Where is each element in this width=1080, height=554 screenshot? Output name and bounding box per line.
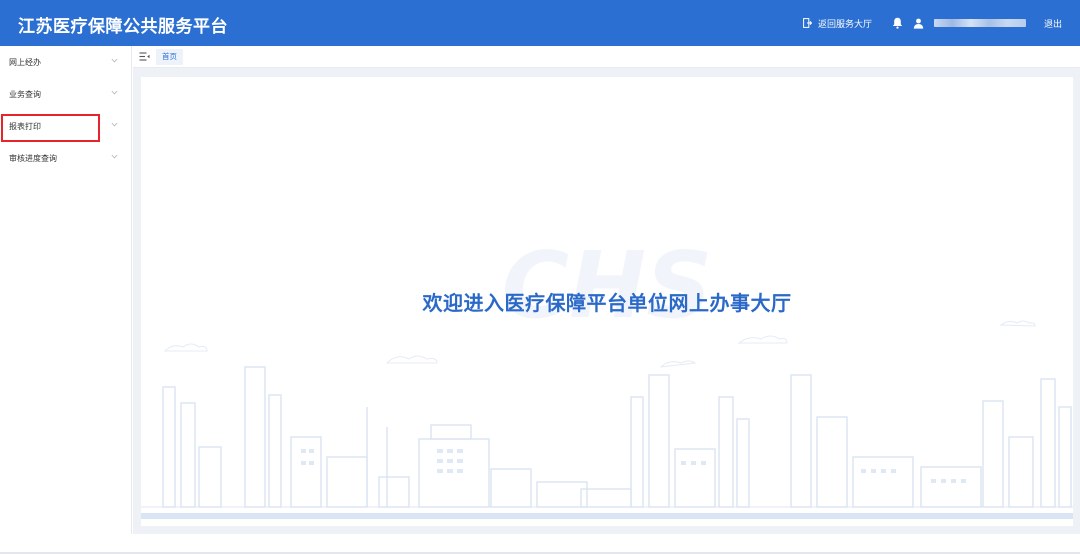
user-menu[interactable] [913, 18, 1026, 29]
bell-icon [892, 17, 903, 29]
welcome-panel: CHS 欢迎进入医疗保障平台单位网上办事大厅 [141, 77, 1073, 526]
logout-button[interactable]: 退出 [1044, 17, 1062, 30]
chevron-down-icon [111, 154, 118, 159]
sidebar-item-label: 报表打印 [9, 121, 41, 131]
back-to-hall-link[interactable]: 返回服务大厅 [803, 17, 872, 30]
sidebar-item-label: 业务查询 [9, 89, 41, 99]
sidebar-item-report-print[interactable]: 报表打印 [0, 110, 131, 142]
sidebar-item-review-progress[interactable]: 审核进度查询 [0, 142, 131, 174]
chevron-down-icon [111, 122, 118, 127]
back-to-hall-label: 返回服务大厅 [817, 19, 872, 30]
menu-toggle-button[interactable] [139, 52, 150, 61]
app-header: 江苏医疗保障公共服务平台 返回服务大厅 退出 [0, 0, 1080, 46]
sidebar-item-business-query[interactable]: 业务查询 [0, 78, 131, 110]
watermark-text: CHS [502, 232, 713, 339]
tab-bar: 首页 [133, 46, 1080, 68]
exit-door-icon [803, 18, 812, 28]
chevron-down-icon [111, 90, 118, 95]
user-icon [913, 18, 924, 29]
sidebar-item-label: 审核进度查询 [9, 153, 57, 163]
user-name-masked [933, 19, 1026, 27]
welcome-text: 欢迎进入医疗保障平台单位网上办事大厅 [422, 291, 792, 315]
menu-fold-icon [139, 52, 150, 61]
app-title: 江苏医疗保障公共服务平台 [18, 17, 228, 37]
notifications-button[interactable] [892, 17, 903, 29]
tab-home[interactable]: 首页 [156, 48, 183, 65]
sidebar: 网上经办 业务查询 报表打印 审核进度查询 [0, 46, 132, 534]
header-actions: 返回服务大厅 退出 [803, 0, 1080, 46]
sidebar-item-label: 网上经办 [9, 57, 41, 67]
chevron-down-icon [111, 58, 118, 63]
sidebar-item-online-service[interactable]: 网上经办 [0, 46, 131, 78]
